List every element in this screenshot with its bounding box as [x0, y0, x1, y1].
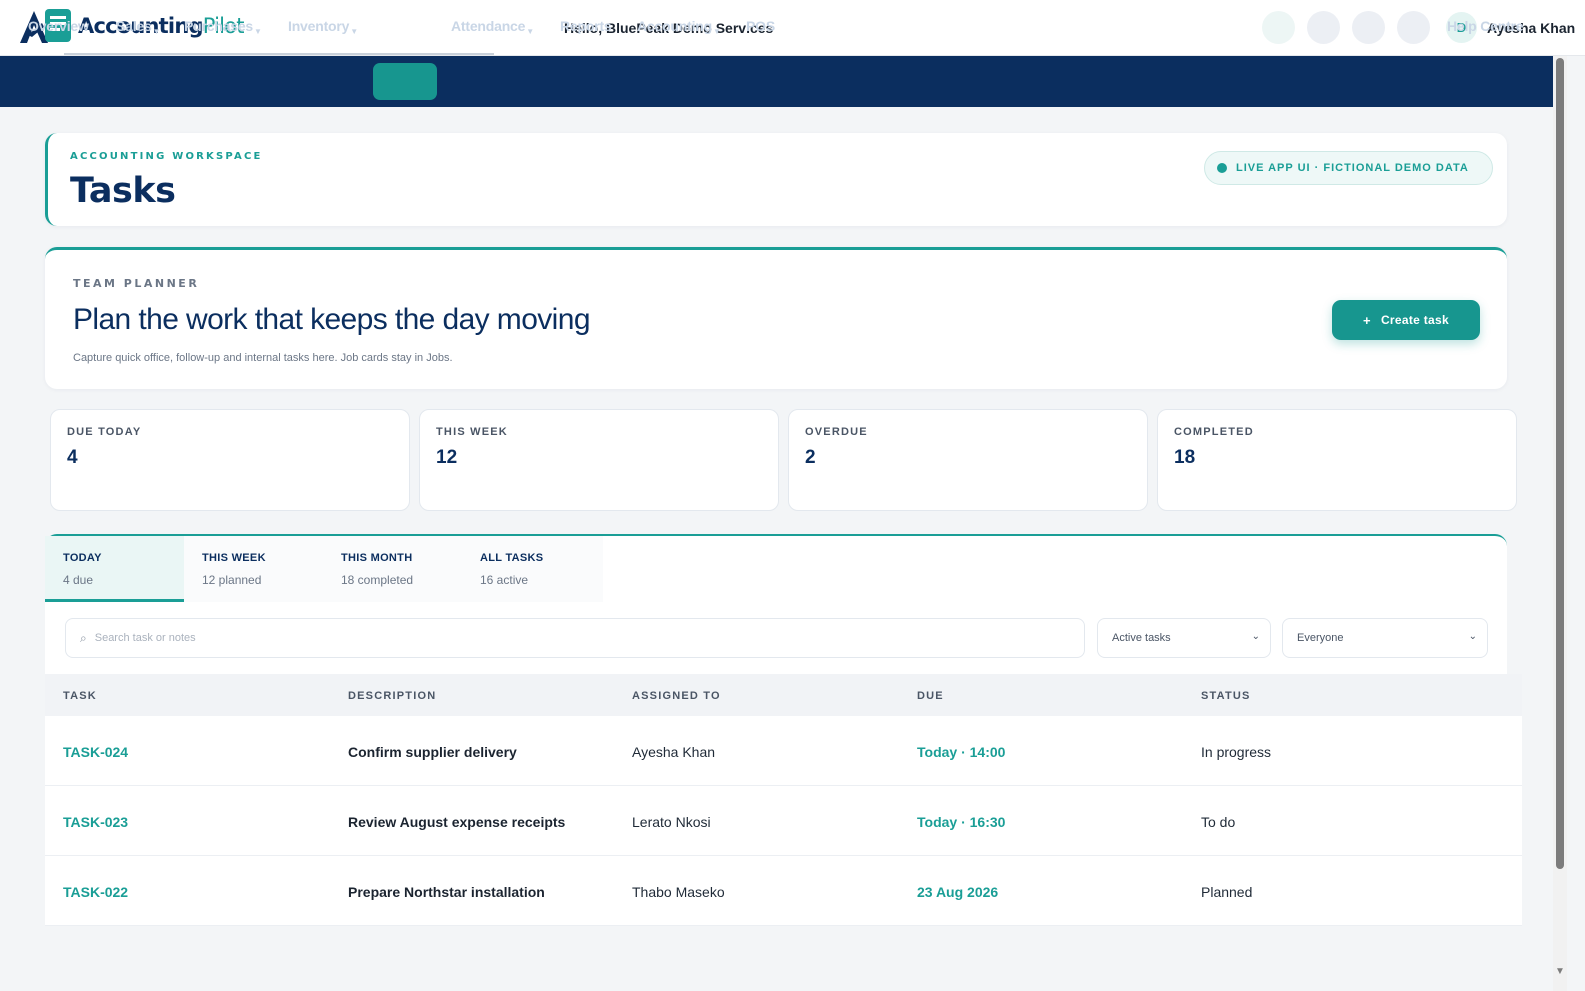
- table-header: TASK DESCRIPTION ASSIGNED TO DUE STATUS: [45, 674, 1522, 716]
- task-status: To do: [1201, 814, 1236, 830]
- task-due: 23 Aug 2026: [917, 884, 999, 900]
- task-status: Planned: [1201, 884, 1253, 900]
- stat-value: 12: [436, 447, 458, 468]
- column-header-status[interactable]: STATUS: [1201, 690, 1251, 702]
- stat-value: 4: [67, 447, 78, 468]
- table-row[interactable]: TASK-024 Confirm supplier delivery Ayesh…: [45, 716, 1522, 786]
- tab-this-month[interactable]: THIS MONTH 18 completed: [323, 536, 462, 602]
- header-action-button[interactable]: [1262, 11, 1295, 44]
- workspace-header-card: ACCOUNTING WORKSPACE Tasks LIVE APP UI ·…: [45, 133, 1507, 226]
- table-row[interactable]: TASK-022 Prepare Northstar installation …: [45, 856, 1522, 926]
- nav-item-inventory[interactable]: Inventory▼: [288, 18, 358, 36]
- header-action-button[interactable]: [1397, 11, 1430, 44]
- search-input[interactable]: [94, 632, 995, 644]
- stat-label: OVERDUE: [805, 426, 868, 438]
- status-filter-value: Active tasks: [1112, 632, 1171, 644]
- chevron-down-icon: ▼: [526, 27, 534, 36]
- create-task-button[interactable]: + Create task: [1332, 300, 1480, 340]
- task-assignee: Lerato Nkosi: [632, 814, 711, 830]
- live-demo-badge-text: LIVE APP UI · FICTIONAL DEMO DATA: [1236, 162, 1469, 174]
- stat-label: DUE TODAY: [67, 426, 142, 438]
- status-dot-icon: [1217, 163, 1227, 173]
- live-demo-badge: LIVE APP UI · FICTIONAL DEMO DATA: [1204, 151, 1493, 185]
- nav-item-reports[interactable]: Reports: [560, 18, 612, 34]
- tab-title: THIS MONTH: [341, 552, 413, 564]
- scroll-down-icon[interactable]: ▼: [1555, 966, 1565, 977]
- tab-today[interactable]: TODAY 4 due: [45, 536, 184, 602]
- nav-help-centre[interactable]: Help Centre: [1447, 18, 1524, 34]
- tab-subtitle: 18 completed: [341, 573, 414, 587]
- table-row[interactable]: TASK-023 Review August expense receipts …: [45, 786, 1522, 856]
- task-due: Today · 16:30: [917, 814, 1006, 830]
- tab-subtitle: 4 due: [63, 573, 94, 587]
- nav-item-pos[interactable]: POS: [746, 18, 775, 34]
- workspace-eyebrow: ACCOUNTING WORKSPACE: [70, 151, 263, 162]
- assignee-filter-select[interactable]: Everyone ⌄: [1282, 618, 1488, 658]
- task-id-link[interactable]: TASK-023: [63, 814, 128, 830]
- tab-this-week[interactable]: THIS WEEK 12 planned: [184, 536, 323, 602]
- header-action-button[interactable]: [1307, 11, 1340, 44]
- planner-eyebrow: TEAM PLANNER: [73, 277, 200, 290]
- nav-item-accounting[interactable]: Accounting▼: [637, 18, 721, 36]
- stat-card-due-today: DUE TODAY 4: [50, 409, 410, 511]
- tab-title: ALL TASKS: [480, 552, 544, 564]
- stat-value: 18: [1174, 447, 1196, 468]
- header-divider: [64, 53, 494, 55]
- task-assignee: Ayesha Khan: [632, 744, 716, 760]
- search-icon: ⌕: [80, 630, 87, 645]
- column-header-task[interactable]: TASK: [63, 690, 97, 702]
- task-description: Review August expense receipts: [348, 814, 566, 830]
- scrollbar-thumb[interactable]: [1556, 58, 1564, 869]
- task-id-link[interactable]: TASK-024: [63, 744, 128, 760]
- stat-label: COMPLETED: [1174, 426, 1254, 438]
- tasks-panel: TODAY 4 due THIS WEEK 12 planned THIS MO…: [45, 534, 1522, 926]
- stat-card-this-week: THIS WEEK 12: [419, 409, 779, 511]
- planner-subtitle: Capture quick office, follow-up and inte…: [73, 352, 453, 364]
- chevron-down-icon: ▼: [350, 27, 358, 36]
- tab-subtitle: 16 active: [480, 573, 529, 587]
- stat-value: 2: [805, 447, 816, 468]
- nav-item-overview[interactable]: Overview: [28, 18, 89, 34]
- main-nav: [0, 56, 1553, 107]
- column-header-due[interactable]: DUE: [917, 690, 944, 702]
- chevron-down-icon: ▼: [417, 27, 426, 36]
- chevron-down-icon: ▼: [254, 27, 262, 36]
- nav-active-highlight: [373, 63, 437, 100]
- task-status: In progress: [1201, 744, 1272, 760]
- tab-subtitle: 12 planned: [202, 573, 262, 587]
- chevron-down-icon: ▼: [713, 27, 721, 36]
- chevron-down-icon: ▼: [152, 27, 161, 36]
- search-field[interactable]: ⌕: [65, 618, 1085, 658]
- tab-title: TODAY: [63, 552, 102, 564]
- nav-item-sales[interactable]: Sales▼: [116, 18, 161, 36]
- chevron-down-icon: ⌄: [1468, 631, 1477, 642]
- column-header-assigned[interactable]: ASSIGNED TO: [632, 690, 721, 702]
- tab-all-tasks[interactable]: ALL TASKS 16 active: [462, 536, 601, 602]
- chevron-down-icon: ⌄: [1251, 631, 1260, 642]
- task-due: Today · 14:00: [917, 744, 1006, 760]
- task-tabs: TODAY 4 due THIS WEEK 12 planned THIS MO…: [45, 536, 603, 602]
- stat-card-overdue: OVERDUE 2: [788, 409, 1148, 511]
- tab-title: THIS WEEK: [202, 552, 266, 564]
- stat-card-completed: COMPLETED 18: [1157, 409, 1517, 511]
- planner-title: Plan the work that keeps the day moving: [73, 303, 591, 336]
- nav-item-attendance[interactable]: Attendance▼: [451, 18, 534, 36]
- team-planner-card: TEAM PLANNER Plan the work that keeps th…: [45, 247, 1507, 389]
- nav-item-purchases[interactable]: Purchases▼: [184, 18, 262, 36]
- stat-label: THIS WEEK: [436, 426, 508, 438]
- task-description: Confirm supplier delivery: [348, 744, 517, 760]
- task-id-link[interactable]: TASK-022: [63, 884, 128, 900]
- nav-item-work[interactable]: Work▼: [383, 18, 426, 36]
- header-action-button[interactable]: [1352, 11, 1385, 44]
- task-assignee: Thabo Maseko: [632, 884, 725, 900]
- task-description: Prepare Northstar installation: [348, 884, 545, 900]
- status-filter-select[interactable]: Active tasks ⌄: [1097, 618, 1271, 658]
- plus-icon: +: [1363, 312, 1371, 328]
- assignee-filter-value: Everyone: [1297, 632, 1344, 644]
- create-task-label: Create task: [1380, 313, 1449, 327]
- page-title: Tasks: [70, 171, 176, 211]
- column-header-description[interactable]: DESCRIPTION: [348, 690, 436, 702]
